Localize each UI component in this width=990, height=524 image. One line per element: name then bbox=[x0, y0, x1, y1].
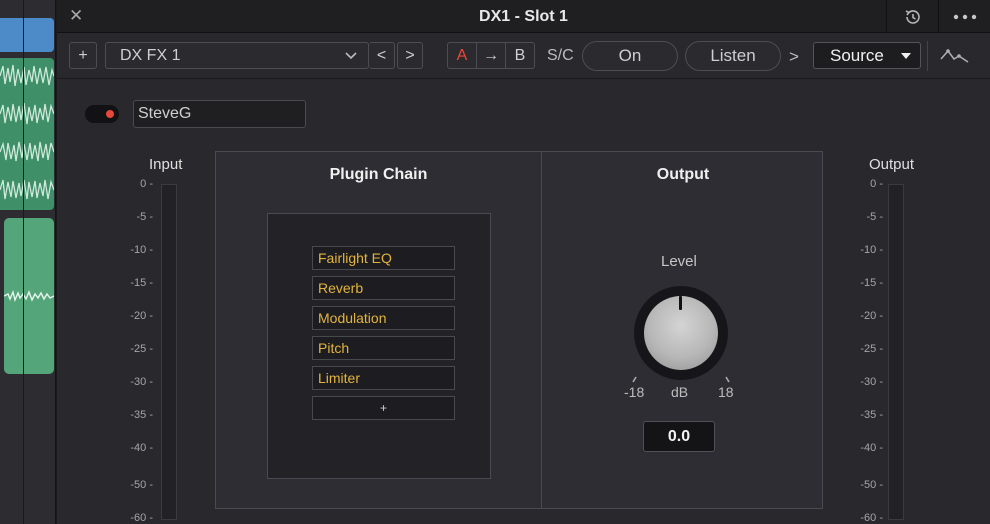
preset-label: DX FX 1 bbox=[120, 46, 181, 64]
meter-tick-label: -50 - bbox=[130, 479, 153, 491]
level-knob[interactable] bbox=[634, 286, 728, 380]
meter-tick-label: -5 - bbox=[866, 211, 884, 223]
knob-unit-label: dB bbox=[671, 384, 689, 400]
preset-dropdown[interactable]: DX FX 1 bbox=[105, 42, 369, 69]
chevron-right-icon: > bbox=[789, 47, 799, 66]
chevron-right-icon: > bbox=[405, 46, 415, 64]
chevron-down-icon bbox=[345, 51, 357, 59]
sidechain-label: S/C bbox=[547, 47, 574, 64]
timeline-clip-blue[interactable] bbox=[0, 18, 54, 52]
next-preset-button[interactable]: > bbox=[397, 42, 423, 69]
input-meter-label: Input bbox=[149, 156, 183, 173]
plugin-panel: Plugin Chain Fairlight EQ Reverb Modulat… bbox=[215, 151, 823, 509]
plugin-enable-toggle[interactable] bbox=[85, 105, 119, 123]
chain-item-modulation[interactable]: Modulation bbox=[312, 306, 455, 330]
chain-item-reverb[interactable]: Reverb bbox=[312, 276, 455, 300]
on-label: On bbox=[618, 46, 642, 65]
timeline-clip-audio-2[interactable] bbox=[4, 218, 54, 374]
instance-name-field[interactable]: SteveG bbox=[133, 100, 306, 128]
meter-tick-label: 0 - bbox=[140, 178, 153, 190]
waveform-icon bbox=[0, 64, 54, 87]
source-dropdown[interactable]: Source bbox=[813, 42, 921, 69]
knob-max-label: 18 bbox=[718, 384, 734, 400]
history-button[interactable] bbox=[886, 0, 938, 33]
more-button[interactable] bbox=[938, 0, 990, 33]
add-plugin-button[interactable]: + bbox=[312, 396, 455, 420]
meter-tick-label: -40 - bbox=[860, 442, 883, 454]
meter-tick-label: -35 - bbox=[860, 409, 883, 421]
history-icon bbox=[905, 9, 920, 24]
waveform-icon bbox=[0, 141, 54, 162]
output-meter-label: Output bbox=[869, 156, 915, 173]
chain-item-limiter[interactable]: Limiter bbox=[312, 366, 455, 390]
output-title: Output bbox=[656, 166, 710, 183]
chain-item-pitch[interactable]: Pitch bbox=[312, 336, 455, 360]
knob-min-label: -18 bbox=[624, 384, 645, 400]
meter-tick-label: -40 - bbox=[130, 442, 153, 454]
meter-tick-label: -60 - bbox=[130, 512, 153, 524]
plugin-chain-list: Fairlight EQ Reverb Modulation Pitch Lim… bbox=[267, 213, 491, 479]
add-preset-button[interactable]: + bbox=[69, 42, 97, 69]
copy-a-to-b-button[interactable]: → bbox=[477, 43, 506, 68]
meter-tick-label: -20 - bbox=[130, 310, 153, 322]
waveform-icon bbox=[0, 102, 54, 125]
b-button[interactable]: B bbox=[506, 43, 534, 68]
meter-tick-label: -30 - bbox=[860, 376, 883, 388]
level-value-field[interactable]: 0.0 bbox=[643, 421, 715, 452]
plus-icon: + bbox=[78, 46, 88, 64]
more-horizontal-icon bbox=[953, 14, 976, 19]
plugin-chain-title: Plugin Chain bbox=[329, 166, 428, 183]
meter-tick-label: -15 - bbox=[130, 277, 153, 289]
chain-item-fairlight-eq[interactable]: Fairlight EQ bbox=[312, 246, 455, 270]
meter-tick-label: -5 - bbox=[136, 211, 154, 223]
plugin-toolbar: + DX FX 1 < > A → B S/C On Listen > Sour… bbox=[57, 33, 990, 79]
meter-tick-label: -50 - bbox=[860, 479, 883, 491]
waveform-icon bbox=[4, 289, 54, 303]
panel-divider bbox=[541, 152, 542, 508]
timeline-clip-audio-1[interactable] bbox=[0, 58, 54, 210]
meter-tick-label: -25 - bbox=[860, 343, 883, 355]
listen-label: Listen bbox=[710, 46, 756, 65]
input-meter bbox=[161, 184, 177, 520]
a-button[interactable]: A bbox=[448, 43, 477, 68]
listen-button[interactable]: Listen bbox=[685, 41, 781, 71]
meter-tick-label: -15 - bbox=[860, 277, 883, 289]
window-title: DX1 - Slot 1 bbox=[479, 8, 568, 25]
plugin-window: ✕ DX1 - Slot 1 + DX FX 1 < > A → B S/C O… bbox=[57, 0, 990, 524]
ab-compare-group: A → B bbox=[447, 42, 535, 69]
meter-tick-label: -30 - bbox=[130, 376, 153, 388]
sidechain-on-button[interactable]: On bbox=[582, 41, 678, 71]
meter-tick-label: 0 - bbox=[870, 178, 883, 190]
meter-tick-label: -35 - bbox=[130, 409, 153, 421]
waveform-icon bbox=[0, 179, 54, 200]
waveform-curve-icon[interactable] bbox=[939, 47, 971, 65]
meter-tick-label: -20 - bbox=[860, 310, 883, 322]
prev-preset-button[interactable]: < bbox=[369, 42, 395, 69]
source-label: Source bbox=[830, 45, 884, 65]
title-bar: ✕ DX1 - Slot 1 bbox=[57, 0, 990, 33]
meter-tick-label: -10 - bbox=[130, 244, 153, 256]
output-meter bbox=[888, 184, 904, 520]
level-knob-cap bbox=[644, 296, 718, 370]
toolbar-divider bbox=[927, 41, 928, 71]
timeline-strip bbox=[0, 0, 56, 524]
meter-tick-label: -10 - bbox=[860, 244, 883, 256]
level-label: Level bbox=[661, 253, 697, 270]
meter-tick-label: -25 - bbox=[130, 343, 153, 355]
chevron-left-icon: < bbox=[376, 46, 387, 64]
meter-tick-label: -60 - bbox=[860, 512, 883, 524]
knob-pointer bbox=[679, 296, 682, 310]
caret-down-icon bbox=[901, 52, 911, 59]
timeline-playhead bbox=[23, 0, 24, 524]
